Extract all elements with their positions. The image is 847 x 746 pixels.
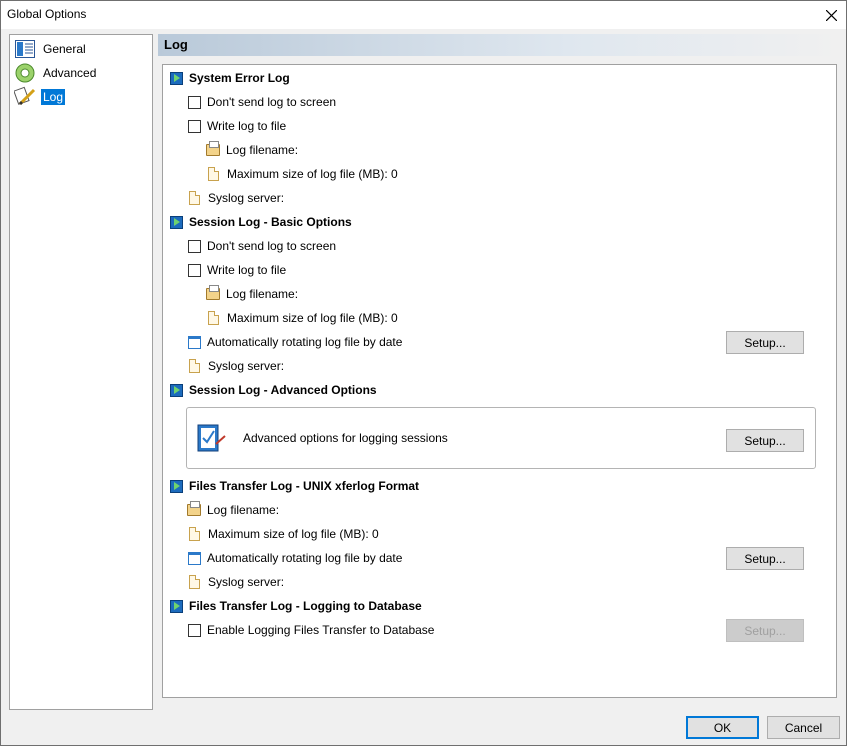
log-pen-icon: [14, 86, 36, 108]
section-system-error-log: System Error Log: [170, 69, 290, 87]
files-unix-syslog-server[interactable]: Syslog server:: [189, 573, 284, 591]
files-unix-rotating-log[interactable]: Automatically rotating log file by date: [188, 549, 402, 567]
session-write-file-checkbox[interactable]: Write log to file: [188, 261, 286, 279]
page-title: Log: [164, 37, 188, 52]
section-title: Session Log - Basic Options: [189, 215, 352, 229]
checkbox-label: Write log to file: [207, 119, 287, 133]
document-icon: [189, 575, 200, 589]
session-log-filename[interactable]: Log filename:: [206, 285, 298, 303]
checkbox[interactable]: [188, 239, 201, 253]
section-play-icon: [170, 599, 183, 613]
window-title: Global Options: [7, 7, 87, 21]
log-file-icon: [206, 141, 220, 156]
gear-icon: [14, 62, 36, 84]
nav-item-label: Log: [41, 89, 66, 105]
field-label: Automatically rotating log file by date: [207, 551, 403, 565]
nav-item-log[interactable]: Log: [14, 86, 66, 108]
global-options-window: Global Options General Advanced Log Log …: [0, 0, 847, 746]
calendar-icon: [188, 335, 201, 349]
section-play-icon: [170, 479, 183, 493]
files-db-setup-button[interactable]: Setup...: [726, 619, 804, 642]
field-label: Maximum size of log file (MB): 0: [227, 311, 398, 325]
section-title: System Error Log: [189, 71, 290, 85]
general-icon: [14, 38, 36, 60]
cancel-button[interactable]: Cancel: [767, 716, 840, 739]
field-label: Maximum size of log file (MB): 0: [208, 527, 379, 541]
nav-item-general[interactable]: General: [14, 38, 88, 60]
files-unix-max-size[interactable]: Maximum size of log file (MB): 0: [189, 525, 379, 543]
checkbox-label: Don't send log to screen: [207, 95, 337, 109]
field-label: Log filename:: [226, 287, 299, 301]
files-db-enable-checkbox[interactable]: Enable Logging Files Transfer to Databas…: [188, 621, 434, 639]
section-files-transfer-unix: Files Transfer Log - UNIX xferlog Format: [170, 477, 419, 495]
advanced-options-setup-button[interactable]: Setup...: [726, 429, 804, 452]
section-play-icon: [170, 383, 183, 397]
checkbox-label: Enable Logging Files Transfer to Databas…: [207, 623, 435, 637]
field-label: Automatically rotating log file by date: [207, 335, 403, 349]
nav-item-label: Advanced: [43, 66, 97, 80]
title-bar: Global Options: [1, 1, 846, 29]
section-title: Session Log - Advanced Options: [189, 383, 377, 397]
system-error-max-size[interactable]: Maximum size of log file (MB): 0: [208, 165, 398, 183]
section-play-icon: [170, 215, 183, 229]
options-nav-tree: General Advanced Log: [9, 34, 153, 710]
checkbox-label: Write log to file: [207, 263, 287, 277]
field-label: Syslog server:: [208, 359, 285, 373]
section-play-icon: [170, 71, 183, 85]
checkbox-label: Don't send log to screen: [207, 239, 337, 253]
system-error-dont-send-checkbox[interactable]: Don't send log to screen: [188, 93, 336, 111]
nav-item-advanced[interactable]: Advanced: [14, 62, 98, 84]
calendar-icon: [188, 551, 201, 565]
section-title: Files Transfer Log - Logging to Database: [189, 599, 422, 613]
field-label: Syslog server:: [208, 575, 285, 589]
field-label: Maximum size of log file (MB): 0: [227, 167, 398, 181]
session-rotating-setup-button[interactable]: Setup...: [726, 331, 804, 354]
nav-item-label: General: [43, 42, 86, 56]
session-dont-send-checkbox[interactable]: Don't send log to screen: [188, 237, 336, 255]
checkbox[interactable]: [188, 623, 201, 637]
log-settings-panel: System Error Log Don't send log to scree…: [162, 64, 837, 698]
document-icon: [189, 527, 200, 541]
document-icon: [189, 359, 200, 373]
checkbox[interactable]: [188, 119, 201, 133]
section-session-log-basic: Session Log - Basic Options: [170, 213, 352, 231]
session-max-size[interactable]: Maximum size of log file (MB): 0: [208, 309, 398, 327]
checkbox[interactable]: [188, 263, 201, 277]
document-icon: [189, 191, 200, 205]
field-label: Log filename:: [207, 503, 280, 517]
field-label: Syslog server:: [208, 191, 285, 205]
log-file-icon: [206, 285, 220, 300]
session-rotating-log[interactable]: Automatically rotating log file by date: [188, 333, 402, 351]
document-icon: [208, 167, 219, 181]
advanced-options-icon: [195, 422, 227, 457]
advanced-options-description: Advanced options for logging sessions: [243, 431, 448, 445]
files-unix-log-filename[interactable]: Log filename:: [187, 501, 279, 519]
section-files-transfer-database: Files Transfer Log - Logging to Database: [170, 597, 422, 615]
close-icon[interactable]: [816, 1, 846, 29]
section-title: Files Transfer Log - UNIX xferlog Format: [189, 479, 420, 493]
files-unix-setup-button[interactable]: Setup...: [726, 547, 804, 570]
log-file-icon: [187, 501, 201, 516]
system-error-log-filename[interactable]: Log filename:: [206, 141, 298, 159]
checkbox[interactable]: [188, 95, 201, 109]
system-error-syslog-server[interactable]: Syslog server:: [189, 189, 284, 207]
document-icon: [208, 311, 219, 325]
field-label: Log filename:: [226, 143, 299, 157]
section-session-log-advanced: Session Log - Advanced Options: [170, 381, 377, 399]
session-syslog-server[interactable]: Syslog server:: [189, 357, 284, 375]
ok-button[interactable]: OK: [686, 716, 759, 739]
advanced-options-group: Advanced options for logging sessions Se…: [186, 407, 816, 469]
system-error-write-file-checkbox[interactable]: Write log to file: [188, 117, 286, 135]
page-header: Log: [158, 34, 840, 56]
